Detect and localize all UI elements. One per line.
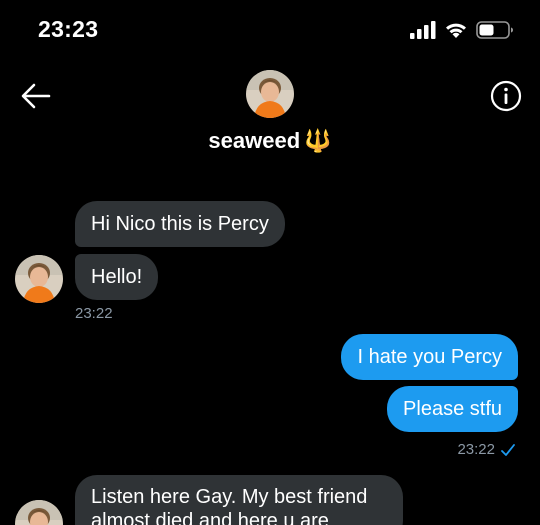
info-icon [490,80,522,112]
status-icons [410,18,514,42]
message-text: Please stfu [403,398,502,420]
signal-icon [410,21,436,39]
message-text: Hi Nico this is Percy [91,213,269,235]
info-button[interactable] [488,78,524,114]
avatar-image [246,70,294,118]
message-bubble-outgoing[interactable]: Please stfu [387,386,518,432]
message-text: Listen here Gay. My best friend almost d… [91,486,368,525]
message-bubble-outgoing[interactable]: I hate you Percy [341,334,518,380]
avatar-image [15,500,63,525]
trident-emoji: 🔱 [304,128,332,153]
battery-icon [476,21,513,39]
message-bubble-incoming[interactable]: Hi Nico this is Percy [75,201,285,247]
message-bubble-incoming[interactable]: Listen here Gay. My best friend almost d… [75,475,403,525]
read-check-icon [501,443,515,456]
back-button[interactable] [18,78,54,114]
contact-name[interactable]: seaweed 🔱 [0,128,540,154]
avatar-image [15,255,63,303]
status-bar: 23:23 [0,0,540,60]
message-text: I hate you Percy [357,346,502,368]
sender-avatar[interactable] [15,255,63,303]
message-timestamp: 23:22 [75,305,113,322]
message-bubble-incoming[interactable]: Hello! [75,254,159,300]
conversation-header: seaweed 🔱 [0,60,540,170]
contact-avatar[interactable] [246,70,294,118]
sender-avatar[interactable] [15,500,63,525]
message-timestamp: 23:22 [457,441,516,458]
message-text: Hello! [91,266,143,288]
contact-name-text: seaweed [208,128,301,153]
arrow-left-icon [21,83,51,109]
wifi-icon [446,23,466,38]
timestamp-text: 23:22 [457,441,495,458]
status-time: 23:23 [38,16,99,42]
